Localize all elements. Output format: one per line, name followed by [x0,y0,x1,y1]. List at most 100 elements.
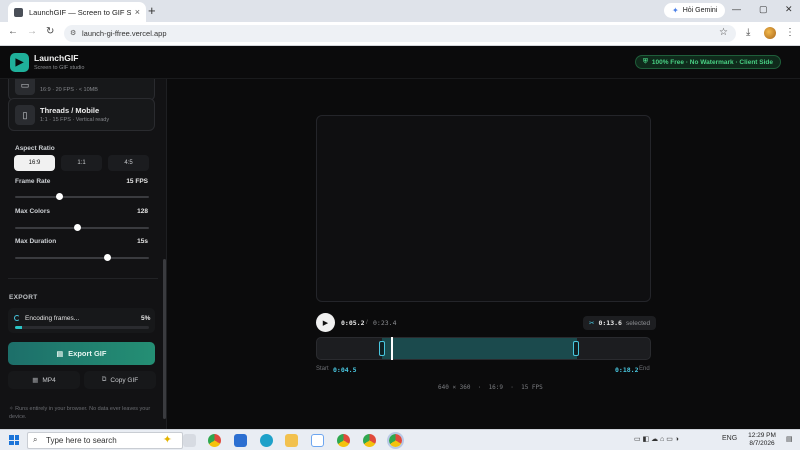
taskbar-clock[interactable]: 12:29 PM 8/7/2026 [742,432,782,448]
trim-start-handle[interactable] [379,341,385,356]
aspect-option-16-9[interactable]: 16:9 [14,155,55,171]
max-duration-slider[interactable] [15,254,149,261]
close-window-button[interactable]: ✕ [785,4,793,15]
download-icon[interactable]: ⤓ [746,27,750,38]
taskbar-search-placeholder: Type here to search [46,436,117,445]
max-colors-slider[interactable] [15,224,149,231]
encoding-progress-bar [15,326,149,329]
selection-duration-badge: ✂ 0:13.6 selected [583,316,657,330]
playhead[interactable] [391,337,393,360]
encoding-progress-fill [15,326,22,329]
windows-start-icon[interactable] [9,435,19,445]
gemini-icon: ✦ [672,6,679,15]
file-explorer-icon[interactable] [285,434,298,447]
start-value: 0:04.5 [333,366,357,374]
shield-check-icon: ⛨ [643,58,648,65]
new-tab-button[interactable]: + [148,3,156,18]
chrome-active-icon[interactable] [387,432,404,449]
mp4-button[interactable]: ▦ MP4 [8,371,80,389]
app-name: LaunchGIF [34,53,79,63]
bookmark-star-icon[interactable]: ☆ [719,27,728,38]
export-gif-button[interactable]: ▤ Export GIF [8,342,155,365]
app-tagline: Screen to GIF studio [34,65,85,71]
chrome-profile-icon[interactable] [337,434,350,447]
phone-icon: ▯ [15,105,35,125]
app-logo-icon: ▶ [10,53,29,72]
output-meta: 640 × 360 · 16:9 · 15 FPS [438,384,543,391]
copy-gif-label: Copy GIF [110,376,139,384]
browser-menu-icon[interactable]: ⋮ [785,27,795,38]
free-badge-label: 100% Free · No Watermark · Client Side [651,58,774,66]
trim-end-handle[interactable] [573,341,579,356]
clock-date: 8/7/2026 [749,440,775,447]
sidebar-scrollbar[interactable] [163,259,166,419]
mp4-label: MP4 [42,376,56,384]
taskbar-search[interactable]: ⌕ Type here to search ✦ [27,432,183,449]
chrome-profile-icon[interactable] [363,434,376,447]
preset-card-threads-mobile[interactable]: ▯ Threads / Mobile 1:1 · 15 FPS · Vertic… [8,98,155,131]
max-duration-label: Max Duration [15,238,57,245]
preset-title: Threads / Mobile [40,106,100,115]
end-value: 0:18.2 [615,366,639,374]
tab-title: LaunchGIF — Screen to GIF Stu… [29,7,131,17]
aspect-option-4-5[interactable]: 4:5 [108,155,149,171]
back-icon[interactable]: ← [8,26,18,37]
privacy-note: ✧ Runs entirely in your browser. No data… [9,405,157,421]
task-view-icon[interactable] [183,434,196,447]
reload-icon[interactable]: ↻ [46,26,54,37]
notifications-icon[interactable]: ▤ [786,435,793,443]
aspect-option-1-1[interactable]: 1:1 [61,155,102,171]
monitor-icon: ▭ [15,79,35,95]
search-highlight-icon: ✦ [162,434,172,446]
tray-icons[interactable]: ▭ ◧ ☁ ⌂ ▭ ◑ [634,435,679,443]
site-info-icon[interactable]: ⚙ [70,29,76,37]
play-icon: ▶ [322,319,329,327]
frame-rate-value: 15 FPS [126,178,148,185]
max-duration-value: 15s [137,238,148,245]
start-label: Start [316,366,329,372]
aspect-ratio-selector: 16:9 1:1 4:5 [14,155,149,171]
copy-icon: ⧉ [101,376,107,383]
copy-gif-button[interactable]: ⧉ Copy GIF [84,371,156,389]
address-bar[interactable]: ⚙ launch-gi-ffree.vercel.app ☆ [64,25,736,42]
tab-favicon-icon [14,7,23,17]
edge-icon[interactable] [260,434,273,447]
section-divider [8,278,158,279]
profile-avatar[interactable] [764,27,776,39]
browser-tab[interactable]: LaunchGIF — Screen to GIF Stu… × [8,2,146,22]
settings-sidebar: ▭ 16:9 · 20 FPS · < 10MB ▯ Threads / Mob… [0,79,167,429]
tab-close-icon[interactable]: × [135,7,140,17]
selected-label: selected [625,319,651,327]
browser-tabstrip: LaunchGIF — Screen to GIF Stu… × + ✦ Hỏi… [0,0,800,22]
zalo-icon[interactable] [311,434,324,447]
frame-rate-label: Frame Rate [15,178,51,185]
file-icon: ▤ [56,350,64,358]
forward-icon[interactable]: → [27,26,37,37]
frame-rate-slider[interactable] [15,193,149,200]
minimize-button[interactable]: — [732,4,741,14]
aspect-ratio-label: Aspect Ratio [15,145,55,152]
privacy-note-text: Runs entirely in your browser. No data e… [9,406,151,420]
browser-toolbar: ← → ↻ ⚙ launch-gi-ffree.vercel.app ☆ ⤓ ⋮ [0,22,800,46]
play-button[interactable]: ▶ [316,313,335,332]
max-colors-value: 128 [137,208,148,215]
trim-timeline[interactable] [316,337,651,360]
gemini-button[interactable]: ✦ Hỏi Gemini [664,3,726,18]
export-gif-label: Export GIF [68,349,107,358]
language-indicator[interactable]: ENG [722,435,737,442]
scissors-icon: ✂ [589,320,595,327]
max-colors-slider-knob[interactable] [74,224,82,231]
time-separator: / [366,319,368,326]
frame-rate-slider-knob[interactable] [55,193,63,200]
film-icon: ▦ [32,377,39,384]
clock-time: 12:29 PM [748,432,776,439]
windows-taskbar: ⌕ Type here to search ✦ ▭ ◧ ☁ ⌂ ▭ ◑ ENG … [0,429,800,450]
chrome-icon[interactable] [208,434,221,447]
url-text: launch-gi-ffree.vercel.app [82,29,167,38]
end-label: End [639,366,650,372]
max-duration-slider-knob[interactable] [103,254,111,261]
loading-spinner-icon [14,315,20,321]
mail-icon[interactable] [234,434,247,447]
video-preview[interactable] [316,115,651,302]
maximize-button[interactable]: ▢ [759,4,768,15]
